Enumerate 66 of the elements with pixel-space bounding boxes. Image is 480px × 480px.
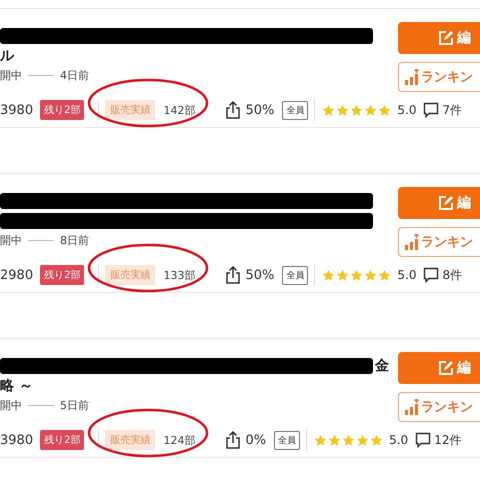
star-icon (350, 104, 364, 116)
sales-count: 133部 (163, 268, 196, 282)
ranking-chart-icon (405, 234, 419, 250)
comment-count: 8件 (442, 266, 462, 284)
comment-count: 12件 (434, 432, 462, 448)
posted-time: 4日前 (60, 68, 89, 82)
ranking-chart-icon (405, 399, 419, 415)
edit-button[interactable]: 編 (398, 22, 480, 54)
sales-count: 124部 (163, 432, 196, 448)
star-icon (314, 434, 328, 446)
ranking-chart-icon (405, 69, 419, 85)
posted-time: 5日前 (60, 398, 89, 412)
share-icon[interactable] (225, 266, 242, 284)
comment-icon (423, 267, 440, 283)
listing-title: 略 ～ (0, 377, 33, 395)
price: 3980 (0, 102, 34, 118)
remaining-badge: 残り2部 (40, 265, 84, 285)
star-icon (336, 268, 350, 282)
star-icon (378, 104, 392, 116)
edit-icon (438, 360, 454, 376)
rating-value: 5.0 (397, 268, 416, 282)
edit-icon (438, 195, 454, 211)
star-icon (322, 104, 336, 116)
audience-tag: 全員 (282, 266, 308, 284)
ranking-button[interactable]: ランキン (398, 392, 480, 422)
star-icon (322, 268, 336, 282)
comment-icon (415, 432, 432, 448)
posted-time: 8日前 (60, 232, 89, 248)
share-percent: 0% (245, 432, 266, 448)
star-icon (342, 434, 356, 446)
edit-icon (438, 30, 454, 46)
sales-tag: 販売実績 (105, 265, 156, 285)
sales-tag: 販売実績 (105, 430, 156, 450)
comment-icon (423, 102, 440, 118)
status-label: 開中 (0, 68, 22, 82)
ranking-button[interactable]: ランキン (398, 62, 480, 92)
rating-value: 5.0 (389, 433, 408, 447)
sales-tag: 販売実績 (105, 100, 156, 120)
audience-tag: 全員 (274, 430, 300, 450)
remaining-badge: 残り2部 (40, 100, 84, 120)
ranking-button[interactable]: ランキン (398, 227, 480, 257)
share-percent: 50% (245, 268, 274, 282)
audience-tag: 全員 (282, 100, 308, 120)
share-icon[interactable] (225, 101, 242, 119)
listing-title: ル (0, 47, 14, 65)
edit-button[interactable]: 編 (398, 187, 480, 219)
star-icon (356, 434, 370, 446)
remaining-badge: 残り2部 (40, 430, 84, 450)
rating-value: 5.0 (397, 103, 416, 117)
share-percent: 50% (245, 102, 274, 118)
star-icon (336, 104, 350, 116)
price: 2980 (0, 268, 34, 282)
comment-count: 7件 (442, 102, 462, 118)
star-icon (328, 434, 342, 446)
listing-title: 金 (375, 357, 389, 375)
star-icon (370, 434, 384, 446)
price: 3980 (0, 432, 34, 448)
edit-button[interactable]: 編 (398, 352, 480, 384)
star-icon (350, 268, 364, 282)
star-icon (364, 104, 378, 116)
status-label: 開中 (0, 398, 22, 412)
star-icon (378, 268, 392, 282)
sales-count: 142部 (163, 102, 196, 118)
share-icon[interactable] (225, 431, 242, 449)
star-icon (364, 268, 378, 282)
status-label: 開中 (0, 232, 22, 248)
